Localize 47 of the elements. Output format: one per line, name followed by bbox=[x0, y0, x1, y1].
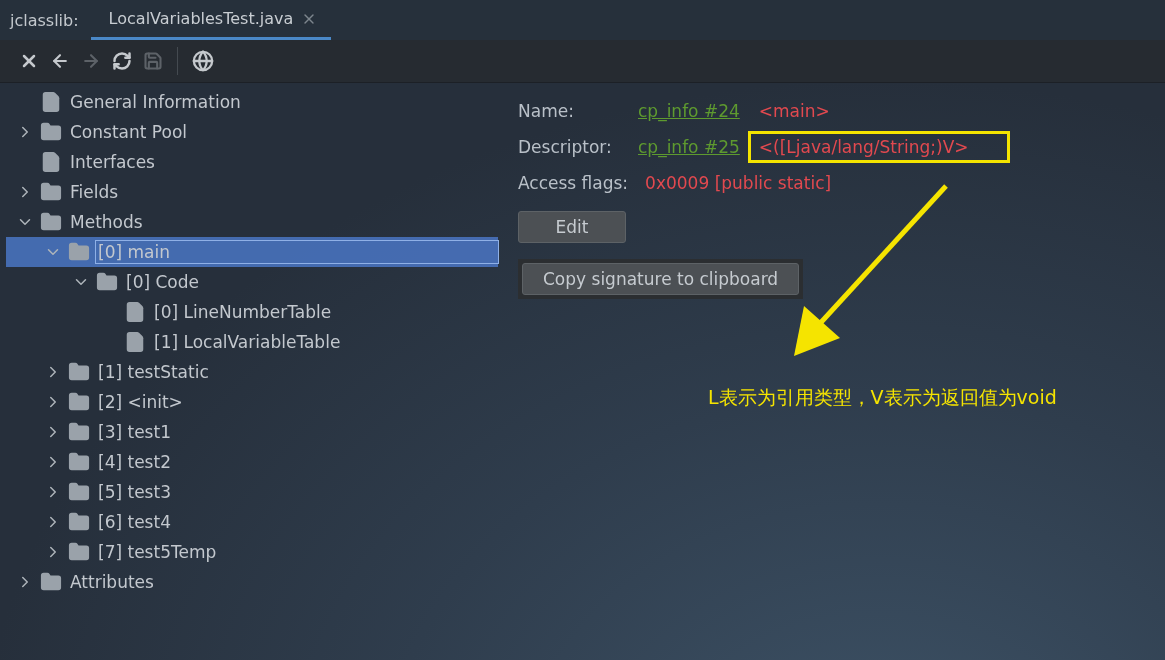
folder-icon bbox=[68, 541, 90, 563]
annotation-text: L表示为引用类型，V表示为返回值为void bbox=[708, 385, 1057, 410]
tree-item[interactable]: [6] test4 bbox=[6, 507, 498, 537]
tree-item[interactable]: [3] test1 bbox=[6, 417, 498, 447]
folder-icon bbox=[40, 571, 62, 593]
folder-icon bbox=[68, 421, 90, 443]
file-icon bbox=[40, 151, 62, 173]
globe-icon[interactable] bbox=[191, 49, 215, 73]
tree-item[interactable]: [1] LocalVariableTable bbox=[6, 327, 498, 357]
copy-button[interactable]: Copy signature to clipboard bbox=[522, 263, 800, 295]
folder-icon bbox=[40, 211, 62, 233]
folder-icon bbox=[40, 181, 62, 203]
constant-pool-link[interactable]: cp_info #24 bbox=[638, 101, 740, 121]
field-value: <([Ljava/lang/String;)V> bbox=[747, 131, 1010, 163]
folder-icon bbox=[68, 511, 90, 533]
tree-item[interactable]: [5] test3 bbox=[6, 477, 498, 507]
edit-button[interactable]: Edit bbox=[518, 211, 626, 243]
tree-item[interactable]: Fields bbox=[6, 177, 498, 207]
tree-item[interactable]: Interfaces bbox=[6, 147, 498, 177]
tree-item[interactable]: [4] test2 bbox=[6, 447, 498, 477]
tree-item[interactable]: [1] testStatic bbox=[6, 357, 498, 387]
constant-pool-link[interactable]: cp_info #25 bbox=[638, 137, 740, 157]
file-icon bbox=[124, 331, 146, 353]
folder-icon bbox=[68, 241, 90, 263]
folder-icon bbox=[96, 271, 118, 293]
tree-item[interactable]: [0] Code bbox=[6, 267, 498, 297]
folder-icon bbox=[68, 391, 90, 413]
field-label: Descriptor: bbox=[518, 137, 613, 157]
file-icon bbox=[40, 91, 62, 113]
folder-icon bbox=[68, 481, 90, 503]
folder-icon bbox=[40, 121, 62, 143]
folder-icon bbox=[68, 451, 90, 473]
tree-item[interactable]: General Information bbox=[6, 87, 498, 117]
tree-item[interactable]: Attributes bbox=[6, 567, 498, 597]
tree-item[interactable]: Constant Pool bbox=[6, 117, 498, 147]
field-value: 0x0009 [public static] bbox=[644, 172, 833, 195]
file-icon bbox=[124, 301, 146, 323]
field-value: <main> bbox=[757, 100, 831, 123]
field-label: Access flags: bbox=[518, 173, 629, 193]
tree-item[interactable]: [7] test5Temp bbox=[6, 537, 498, 567]
field-label: Name: bbox=[518, 101, 575, 121]
tree-item[interactable]: Methods bbox=[6, 207, 498, 237]
folder-icon bbox=[68, 361, 90, 383]
refresh-icon[interactable] bbox=[111, 50, 133, 72]
tree-item[interactable]: [2] <init> bbox=[6, 387, 498, 417]
app-label: jclasslib: bbox=[10, 10, 79, 30]
tree-item[interactable]: [0] LineNumberTable bbox=[6, 297, 498, 327]
